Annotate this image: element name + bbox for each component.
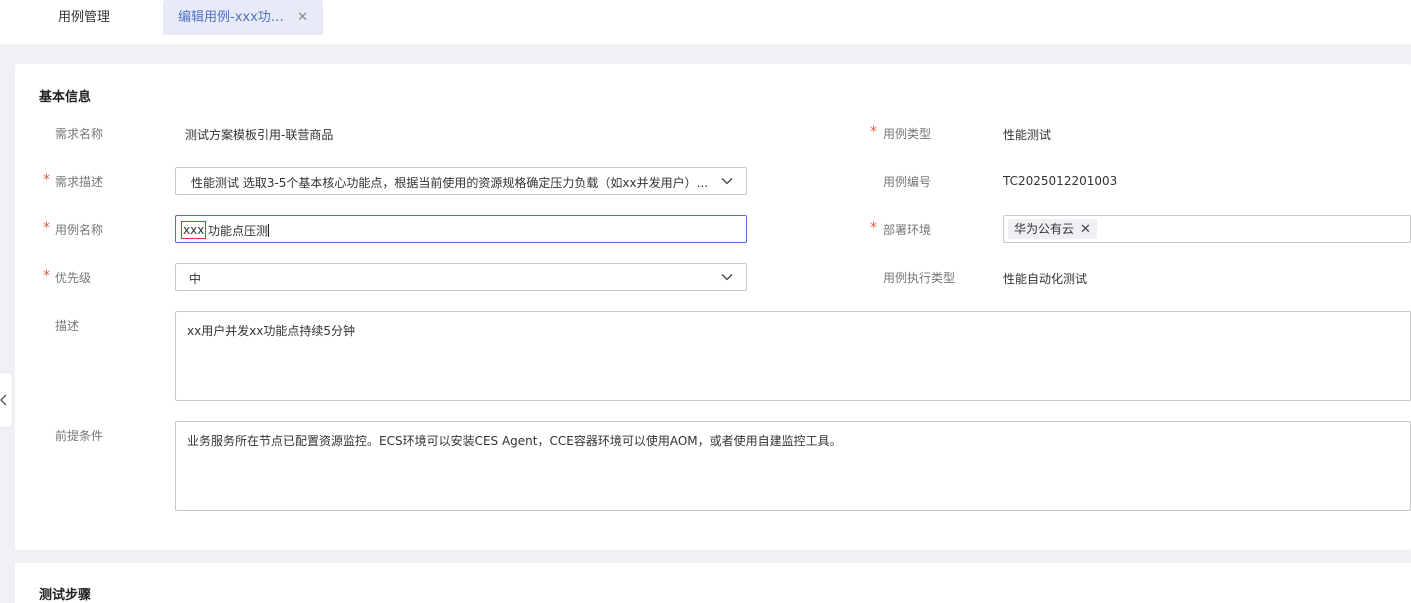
chevron-down-icon: [721, 274, 733, 281]
precondition-value: 业务服务所在节点已配置资源监控。ECS环境可以安装CES Agent，CCE容器…: [187, 434, 842, 448]
deploy-env-tag-label: 华为公有云: [1014, 222, 1075, 236]
requirement-name-label: 需求名称: [55, 127, 104, 141]
deploy-env-select[interactable]: 华为公有云 ✕: [1003, 215, 1411, 243]
case-number-value: TC2025012201003: [1003, 174, 1118, 188]
case-number-label: 用例编号: [883, 175, 932, 189]
description-value: xx用户并发xx功能点持续5分钟: [187, 324, 356, 338]
section-title-basic-info: 基本信息: [39, 90, 92, 105]
basic-info-card: 基本信息 需求名称 测试方案模板引用-联营商品 * 用例类型 性能测试 * 需求…: [15, 64, 1411, 550]
priority-select[interactable]: 中: [175, 263, 747, 291]
section-title-test-steps: 测试步骤: [39, 588, 92, 603]
required-mark: *: [870, 220, 877, 236]
required-mark: *: [43, 220, 50, 236]
precondition-textarea[interactable]: 业务服务所在节点已配置资源监控。ECS环境可以安装CES Agent，CCE容器…: [175, 421, 1411, 511]
precondition-label: 前提条件: [55, 429, 104, 443]
tab-edit-case[interactable]: 编辑用例-xxx功… ✕: [163, 0, 323, 35]
requirement-desc-select[interactable]: 性能测试 选取3-5个基本核心功能点，根据当前使用的资源规格确定压力负载（如xx…: [175, 167, 747, 195]
case-type-label: 用例类型: [883, 127, 932, 141]
case-name-selected-text: xxx: [181, 221, 207, 239]
required-mark: *: [43, 268, 50, 284]
case-name-rest-text: 功能点压测: [208, 222, 270, 239]
case-type-value: 性能测试: [1003, 128, 1052, 142]
test-steps-card: 测试步骤: [15, 563, 1411, 603]
priority-label: 优先级: [55, 271, 92, 285]
requirement-name-value: 测试方案模板引用-联营商品: [185, 128, 334, 142]
case-name-label: 用例名称: [55, 223, 104, 237]
text-caret: [268, 224, 270, 237]
case-name-input[interactable]: xxx 功能点压测: [175, 215, 747, 243]
tab-edit-case-label: 编辑用例-xxx功…: [178, 10, 284, 25]
requirement-desc-value: 性能测试 选取3-5个基本核心功能点，根据当前使用的资源规格确定压力负载（如xx…: [191, 176, 709, 190]
deploy-env-label: 部署环境: [883, 223, 932, 237]
requirement-desc-label: 需求描述: [55, 175, 104, 189]
required-mark: *: [870, 124, 877, 140]
exec-type-label: 用例执行类型: [883, 271, 956, 285]
remove-tag-icon[interactable]: ✕: [1080, 222, 1091, 237]
chevron-left-icon: [0, 394, 7, 406]
tab-case-management[interactable]: 用例管理: [3, 0, 163, 35]
deploy-env-tag: 华为公有云 ✕: [1008, 219, 1097, 239]
case-name-rest-value: 功能点压测: [208, 224, 269, 238]
priority-value: 中: [189, 272, 202, 286]
close-icon[interactable]: ✕: [297, 0, 308, 35]
chevron-down-icon: [721, 178, 733, 185]
required-mark: *: [43, 172, 50, 188]
exec-type-value: 性能自动化测试: [1003, 272, 1088, 286]
tab-bar: 用例管理 编辑用例-xxx功… ✕: [0, 0, 1411, 44]
description-textarea[interactable]: xx用户并发xx功能点持续5分钟: [175, 311, 1411, 401]
description-label: 描述: [55, 319, 80, 333]
collapse-sidebar-handle[interactable]: [0, 373, 12, 427]
